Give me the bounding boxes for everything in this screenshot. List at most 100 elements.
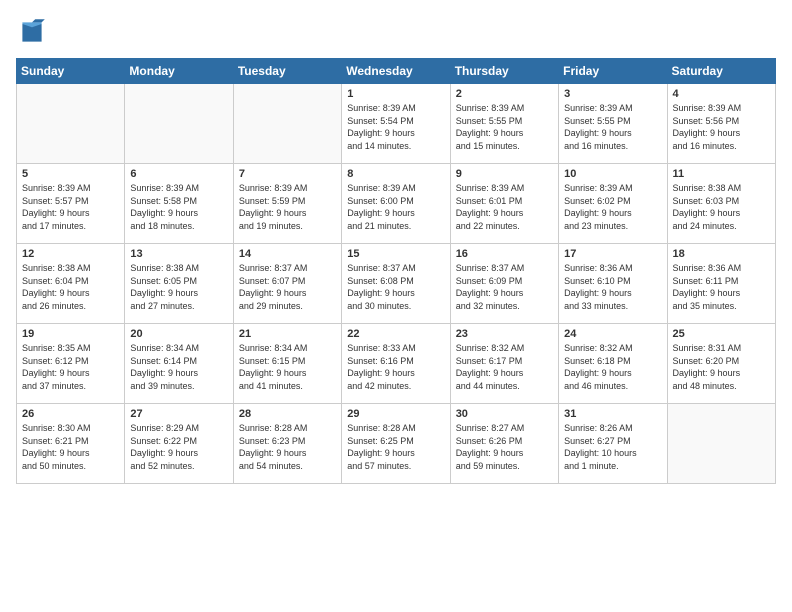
- calendar-cell: 17 Sunrise: 8:36 AM Sunset: 6:10 PM Dayli…: [559, 244, 667, 324]
- day-number: 20: [130, 328, 227, 340]
- day-number: 12: [22, 248, 119, 260]
- day-info: Sunrise: 8:33 AM Sunset: 6:16 PM Dayligh…: [347, 342, 444, 392]
- day-number: 18: [673, 248, 770, 260]
- day-info: Sunrise: 8:39 AM Sunset: 5:56 PM Dayligh…: [673, 102, 770, 152]
- day-info: Sunrise: 8:30 AM Sunset: 6:21 PM Dayligh…: [22, 422, 119, 472]
- calendar-cell: 1 Sunrise: 8:39 AM Sunset: 5:54 PM Daylig…: [342, 84, 450, 164]
- week-row-0: 1 Sunrise: 8:39 AM Sunset: 5:54 PM Daylig…: [17, 84, 776, 164]
- day-number: 16: [456, 248, 553, 260]
- day-info: Sunrise: 8:39 AM Sunset: 5:57 PM Dayligh…: [22, 182, 119, 232]
- day-info: Sunrise: 8:29 AM Sunset: 6:22 PM Dayligh…: [130, 422, 227, 472]
- day-info: Sunrise: 8:28 AM Sunset: 6:25 PM Dayligh…: [347, 422, 444, 472]
- calendar-cell: 25 Sunrise: 8:31 AM Sunset: 6:20 PM Dayli…: [667, 324, 775, 404]
- logo-icon: [16, 16, 48, 48]
- header-day-saturday: Saturday: [667, 59, 775, 84]
- calendar-body: 1 Sunrise: 8:39 AM Sunset: 5:54 PM Daylig…: [17, 84, 776, 484]
- day-number: 27: [130, 408, 227, 420]
- day-number: 13: [130, 248, 227, 260]
- header-day-monday: Monday: [125, 59, 233, 84]
- header-day-tuesday: Tuesday: [233, 59, 341, 84]
- day-number: 1: [347, 88, 444, 100]
- day-info: Sunrise: 8:27 AM Sunset: 6:26 PM Dayligh…: [456, 422, 553, 472]
- day-number: 31: [564, 408, 661, 420]
- day-info: Sunrise: 8:32 AM Sunset: 6:18 PM Dayligh…: [564, 342, 661, 392]
- day-number: 4: [673, 88, 770, 100]
- calendar-cell: 18Sunrise: 8:36 AM Sunset: 6:11 PM Dayli…: [667, 244, 775, 324]
- day-info: Sunrise: 8:39 AM Sunset: 6:00 PM Dayligh…: [347, 182, 444, 232]
- day-number: 3: [564, 88, 661, 100]
- day-info: Sunrise: 8:39 AM Sunset: 5:55 PM Dayligh…: [456, 102, 553, 152]
- day-number: 22: [347, 328, 444, 340]
- calendar-cell: [667, 404, 775, 484]
- day-info: Sunrise: 8:39 AM Sunset: 5:58 PM Dayligh…: [130, 182, 227, 232]
- day-number: 28: [239, 408, 336, 420]
- day-info: Sunrise: 8:38 AM Sunset: 6:04 PM Dayligh…: [22, 262, 119, 312]
- day-number: 5: [22, 168, 119, 180]
- day-number: 7: [239, 168, 336, 180]
- day-info: Sunrise: 8:37 AM Sunset: 6:08 PM Dayligh…: [347, 262, 444, 312]
- day-info: Sunrise: 8:39 AM Sunset: 5:54 PM Dayligh…: [347, 102, 444, 152]
- day-info: Sunrise: 8:26 AM Sunset: 6:27 PM Dayligh…: [564, 422, 661, 472]
- day-info: Sunrise: 8:36 AM Sunset: 6:10 PM Dayligh…: [564, 262, 661, 312]
- calendar-cell: 23Sunrise: 8:32 AM Sunset: 6:17 PM Dayli…: [450, 324, 558, 404]
- header-day-friday: Friday: [559, 59, 667, 84]
- day-number: 15: [347, 248, 444, 260]
- day-number: 26: [22, 408, 119, 420]
- calendar-cell: 16 Sunrise: 8:37 AM Sunset: 6:09 PM Dayli…: [450, 244, 558, 324]
- day-info: Sunrise: 8:34 AM Sunset: 6:15 PM Dayligh…: [239, 342, 336, 392]
- calendar-cell: 10 Sunrise: 8:39 AM Sunset: 6:02 PM Dayli…: [559, 164, 667, 244]
- day-number: 10: [564, 168, 661, 180]
- page-container: SundayMondayTuesdayWednesdayThursdayFrid…: [0, 0, 792, 494]
- header-row: SundayMondayTuesdayWednesdayThursdayFrid…: [17, 59, 776, 84]
- calendar-cell: 26 Sunrise: 8:30 AM Sunset: 6:21 PM Dayli…: [17, 404, 125, 484]
- logo: [16, 16, 52, 48]
- calendar-cell: 6Sunrise: 8:39 AM Sunset: 5:58 PM Daylig…: [125, 164, 233, 244]
- day-number: 30: [456, 408, 553, 420]
- day-info: Sunrise: 8:39 AM Sunset: 6:02 PM Dayligh…: [564, 182, 661, 232]
- day-info: Sunrise: 8:39 AM Sunset: 5:59 PM Dayligh…: [239, 182, 336, 232]
- header-day-sunday: Sunday: [17, 59, 125, 84]
- calendar-cell: 31 Sunrise: 8:26 AM Sunset: 6:27 PM Dayli…: [559, 404, 667, 484]
- week-row-3: 19 Sunrise: 8:35 AM Sunset: 6:12 PM Dayli…: [17, 324, 776, 404]
- day-number: 14: [239, 248, 336, 260]
- calendar-cell: 30 Sunrise: 8:27 AM Sunset: 6:26 PM Dayli…: [450, 404, 558, 484]
- day-number: 25: [673, 328, 770, 340]
- week-row-1: 5 Sunrise: 8:39 AM Sunset: 5:57 PM Daylig…: [17, 164, 776, 244]
- calendar-cell: 2 Sunrise: 8:39 AM Sunset: 5:55 PM Daylig…: [450, 84, 558, 164]
- day-info: Sunrise: 8:35 AM Sunset: 6:12 PM Dayligh…: [22, 342, 119, 392]
- calendar-cell: 27 Sunrise: 8:29 AM Sunset: 6:22 PM Dayli…: [125, 404, 233, 484]
- header-day-thursday: Thursday: [450, 59, 558, 84]
- calendar-table: SundayMondayTuesdayWednesdayThursdayFrid…: [16, 58, 776, 484]
- day-info: Sunrise: 8:38 AM Sunset: 6:05 PM Dayligh…: [130, 262, 227, 312]
- day-number: 11: [673, 168, 770, 180]
- day-info: Sunrise: 8:39 AM Sunset: 5:55 PM Dayligh…: [564, 102, 661, 152]
- calendar-cell: 13 Sunrise: 8:38 AM Sunset: 6:05 PM Dayli…: [125, 244, 233, 324]
- calendar-cell: 4 Sunrise: 8:39 AM Sunset: 5:56 PM Daylig…: [667, 84, 775, 164]
- day-number: 24: [564, 328, 661, 340]
- day-number: 17: [564, 248, 661, 260]
- calendar-cell: 24 Sunrise: 8:32 AM Sunset: 6:18 PM Dayli…: [559, 324, 667, 404]
- day-number: 2: [456, 88, 553, 100]
- day-number: 8: [347, 168, 444, 180]
- day-number: 29: [347, 408, 444, 420]
- week-row-4: 26 Sunrise: 8:30 AM Sunset: 6:21 PM Dayli…: [17, 404, 776, 484]
- calendar-cell: [125, 84, 233, 164]
- calendar-cell: 19 Sunrise: 8:35 AM Sunset: 6:12 PM Dayli…: [17, 324, 125, 404]
- calendar-cell: [233, 84, 341, 164]
- calendar-cell: [17, 84, 125, 164]
- calendar-cell: 20Sunrise: 8:34 AM Sunset: 6:14 PM Dayli…: [125, 324, 233, 404]
- day-info: Sunrise: 8:31 AM Sunset: 6:20 PM Dayligh…: [673, 342, 770, 392]
- calendar-cell: 8 Sunrise: 8:39 AM Sunset: 6:00 PM Daylig…: [342, 164, 450, 244]
- calendar-cell: 5 Sunrise: 8:39 AM Sunset: 5:57 PM Daylig…: [17, 164, 125, 244]
- day-number: 19: [22, 328, 119, 340]
- day-info: Sunrise: 8:37 AM Sunset: 6:09 PM Dayligh…: [456, 262, 553, 312]
- day-info: Sunrise: 8:38 AM Sunset: 6:03 PM Dayligh…: [673, 182, 770, 232]
- calendar-cell: 12 Sunrise: 8:38 AM Sunset: 6:04 PM Dayli…: [17, 244, 125, 324]
- day-info: Sunrise: 8:32 AM Sunset: 6:17 PM Dayligh…: [456, 342, 553, 392]
- calendar-cell: 9Sunrise: 8:39 AM Sunset: 6:01 PM Daylig…: [450, 164, 558, 244]
- calendar-cell: 15 Sunrise: 8:37 AM Sunset: 6:08 PM Dayli…: [342, 244, 450, 324]
- day-info: Sunrise: 8:37 AM Sunset: 6:07 PM Dayligh…: [239, 262, 336, 312]
- week-row-2: 12 Sunrise: 8:38 AM Sunset: 6:04 PM Dayli…: [17, 244, 776, 324]
- day-number: 21: [239, 328, 336, 340]
- calendar-header: SundayMondayTuesdayWednesdayThursdayFrid…: [17, 59, 776, 84]
